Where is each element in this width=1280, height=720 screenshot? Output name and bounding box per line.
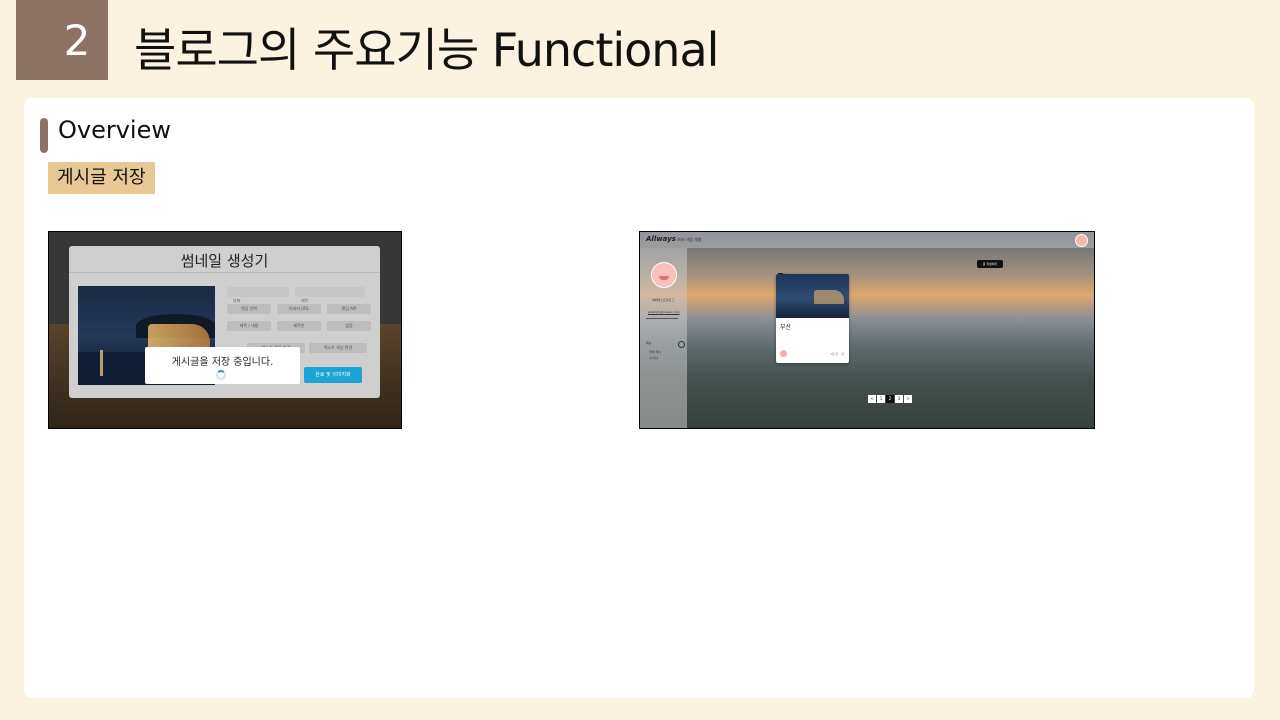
blog-main-screenshot: Allways 여러 사람 개발 에베레스트블로그 example@naver.… bbox=[639, 231, 1095, 429]
blog-topbar: Allways 여러 사람 개발 bbox=[640, 232, 1094, 248]
pager-next[interactable]: > bbox=[904, 395, 912, 403]
card-city-lights bbox=[814, 290, 844, 304]
option-random-api[interactable]: 랜덤 API bbox=[327, 304, 371, 314]
feature-badge: 게시글 저장 bbox=[48, 162, 155, 194]
option-image-url[interactable]: 이미지 URL bbox=[277, 304, 321, 314]
section-number: 2 bbox=[16, 0, 108, 80]
modal-divider bbox=[69, 272, 380, 273]
pager-prev[interactable]: < bbox=[868, 395, 876, 403]
post-card-image bbox=[776, 274, 849, 318]
blog-logo[interactable]: Allways bbox=[646, 235, 676, 243]
done-button[interactable]: 완료 및 이미지화 bbox=[304, 367, 362, 383]
sidebar-divider bbox=[646, 318, 678, 319]
date-field[interactable]: 날짜 bbox=[227, 287, 289, 303]
pager-page-1[interactable]: 1 bbox=[877, 395, 885, 403]
sidebar-section-title: 메뉴 bbox=[646, 341, 652, 345]
saving-toast-text: 게시글을 저장 중입니다. bbox=[171, 357, 274, 368]
write-post-button[interactable]: 글 작성하기 bbox=[977, 260, 1003, 268]
preview-reflection bbox=[100, 350, 103, 376]
option-random-select[interactable]: 랜덤 선택 bbox=[227, 304, 271, 314]
blog-name: 에베레스트블로그 bbox=[652, 298, 675, 302]
pagination: < 1 2 3 > bbox=[868, 395, 912, 403]
saving-toast: 게시글을 저장 중입니다. bbox=[145, 347, 300, 384]
post-author-avatar bbox=[780, 350, 787, 357]
sidebar-item-all-posts[interactable]: 전체 게시 bbox=[649, 350, 661, 354]
blog-sidebar: 에베레스트블로그 example@naver.com 메뉴 전체 게시 새 게시 bbox=[640, 248, 687, 428]
pager-page-3[interactable]: 3 bbox=[895, 395, 903, 403]
thumbnail-generator-screenshot: 썸네일 생성기 날짜 제목 랜덤 선택 이미지 URL 랜덤 API 제목 / … bbox=[48, 231, 402, 429]
pager-page-2[interactable]: 2 bbox=[886, 395, 894, 403]
option-none[interactable]: 없음 bbox=[327, 321, 371, 331]
modal-title: 썸네일 생성기 bbox=[180, 252, 269, 270]
post-card-meta: 3일 전 · 댓 bbox=[829, 352, 844, 356]
option-title-only[interactable]: 제목만 bbox=[277, 321, 321, 331]
view-toggle[interactable] bbox=[778, 262, 790, 277]
option-title-content[interactable]: 제목 / 내용 bbox=[227, 321, 271, 331]
loading-spinner-icon bbox=[216, 370, 226, 380]
slide-title: 블로그의 주요기능 Functional bbox=[134, 23, 719, 77]
post-card-title: 부산 bbox=[780, 324, 792, 331]
profile-avatar bbox=[651, 262, 677, 288]
blog-email-link[interactable]: example@naver.com bbox=[648, 310, 680, 314]
overview-title: Overview bbox=[58, 116, 171, 144]
post-card[interactable]: 부산 3일 전 · 댓 bbox=[776, 274, 849, 363]
overview-accent-bar bbox=[40, 118, 48, 153]
sidebar-item-new-post[interactable]: 새 게시 bbox=[649, 356, 658, 360]
title-field[interactable]: 제목 bbox=[295, 287, 365, 303]
blog-nav-text[interactable]: 여러 사람 개발 bbox=[677, 237, 702, 243]
settings-gear-icon[interactable] bbox=[678, 341, 685, 348]
text-color-button-2[interactable]: 텍스트 색상 변경 bbox=[309, 343, 367, 353]
user-avatar[interactable] bbox=[1075, 234, 1088, 247]
